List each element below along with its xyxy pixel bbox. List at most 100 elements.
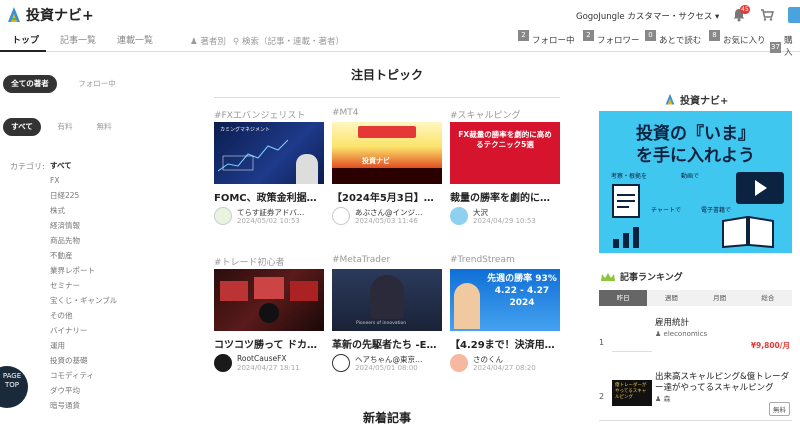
card-title[interactable]: 裁量の勝率を劇的に… [450, 189, 560, 202]
category-label: カテゴリ: [10, 162, 45, 171]
category-item[interactable]: 投資の基礎 [50, 356, 117, 371]
thumb-caption: カミングマネジメント [220, 127, 271, 133]
rank-thumbnail [612, 326, 652, 352]
avatar [332, 207, 350, 225]
account-menu[interactable]: GogoJungle カスタマー・サクセス ▾ [576, 10, 719, 22]
banner-caption: 電子書籍で [701, 207, 732, 214]
site-logo[interactable]: 投資ナビ+ [6, 5, 94, 25]
notification-badge: 45 [740, 5, 750, 14]
ranking-item[interactable]: 2 億トレーダーがやってるスキャルピング 出来高スキャルピング&億トレーダー達が… [599, 372, 792, 420]
article-card[interactable]: #TrendStream 先週の勝率 93% 4.22 - 4.27 2024 … [450, 255, 560, 372]
card-author[interactable]: 大沢 2024/04/29 10:53 [450, 207, 560, 225]
card-title[interactable]: 【4.29まで！決済用… [450, 336, 560, 349]
banner-caption: チャートで [651, 207, 681, 214]
card-tag[interactable]: #MT4 [332, 108, 442, 122]
card-title[interactable]: コツコツ勝って ドカ… [214, 336, 324, 349]
category-item[interactable]: その他 [50, 311, 117, 326]
category-item[interactable]: FX [50, 176, 117, 191]
card-tag[interactable]: #TrendStream [450, 255, 560, 269]
tab-top[interactable]: トップ [12, 33, 39, 46]
category-item[interactable]: 経済情報 [50, 221, 117, 236]
category-item[interactable]: 業界レポート [50, 266, 117, 281]
tab-series[interactable]: 連載一覧 [117, 33, 153, 46]
card-author[interactable]: ヘアちゃん@東京… 2024/05/01 08:00 [332, 354, 442, 372]
category-list: すべて FX 日経225 株式 経済情報 商品先物 不動産 業界レポート セミナ… [50, 161, 117, 416]
filter-all-authors[interactable]: 全ての著者 [3, 75, 57, 93]
category-item[interactable]: 株式 [50, 206, 117, 221]
category-item[interactable]: 暗号通貨 [50, 401, 117, 416]
card-thumbnail[interactable]: 投資ナビ [332, 122, 442, 184]
stat-purchases[interactable]: 37 購入 [770, 34, 800, 58]
rank-title[interactable]: 出来高スキャルピング&億トレーダー達がやってるスキャルピング [655, 372, 791, 394]
rank-author-name: 森 [663, 395, 671, 403]
stat-followers[interactable]: 2 フォロワー [583, 30, 640, 46]
featured-topics-title: 注目トピック [350, 68, 423, 82]
article-card[interactable]: #MT4 投資ナビ 【2024年5月3日】… あぶさん@インジ… 2024/05… [332, 108, 442, 225]
avatar [332, 354, 350, 372]
stat-label: 購入 [784, 36, 793, 58]
tab-articles[interactable]: 記事一覧 [60, 33, 96, 46]
card-thumbnail[interactable] [214, 269, 324, 331]
filter-free[interactable]: 無料 [89, 118, 119, 136]
ranking-tab-overall[interactable]: 総合 [744, 290, 792, 306]
ranking-item[interactable]: 1 雇用統計 ♟ eleconomics ¥9,800/月 [599, 316, 792, 366]
stat-count: 2 [518, 30, 529, 41]
filter-all-prices[interactable]: すべて [3, 118, 41, 136]
card-thumbnail[interactable]: FX裁量の勝率を劇的に高めるテクニック5選 [450, 122, 560, 184]
stat-read-later[interactable]: 0 あとで読む [645, 30, 701, 46]
rank-title[interactable]: 雇用統計 [655, 318, 689, 329]
card-author[interactable]: てらす証券アドバ… 2024/05/02 10:53 [214, 207, 324, 225]
filter-paid[interactable]: 有料 [50, 118, 80, 136]
card-thumbnail[interactable]: カミングマネジメント [214, 122, 324, 184]
ranking-tab-yesterday[interactable]: 昨日 [599, 290, 648, 306]
card-author[interactable]: あぶさん@インジ… 2024/05/03 11:46 [332, 207, 442, 225]
category-item[interactable]: すべて [50, 161, 117, 176]
article-card[interactable]: #トレード初心者 コツコツ勝って ドカ… RootCauseFX 2024/04… [214, 255, 324, 372]
card-author[interactable]: RootCauseFX 2024/04/27 18:11 [214, 354, 324, 372]
category-item[interactable]: コモディティ [50, 371, 117, 386]
cart-icon[interactable] [760, 8, 774, 22]
rank-number: 1 [599, 338, 605, 347]
ranking-tab-weekly[interactable]: 週間 [647, 290, 695, 306]
category-item[interactable]: ダウ平均 [50, 386, 117, 401]
header-action-button[interactable] [788, 7, 800, 23]
card-title[interactable]: 【2024年5月3日】… [332, 189, 442, 202]
chart-icon [613, 227, 639, 248]
article-card[interactable]: #FXエバンジェリスト カミングマネジメント FOMC、政策金利据… てらす証券… [214, 108, 324, 225]
category-item[interactable]: 宝くじ・ギャンブル [50, 296, 117, 311]
card-tag[interactable]: #トレード初心者 [214, 255, 324, 269]
ranking-divider [599, 420, 792, 421]
category-item[interactable]: 商品先物 [50, 236, 117, 251]
card-thumbnail[interactable]: Pioneers of innovation [332, 269, 442, 331]
page-top-button[interactable]: PAGE TOP [0, 366, 28, 408]
category-item[interactable]: 運用 [50, 341, 117, 356]
promo-banner[interactable]: 投資の『いま』 を手に入れよう 考察・根拠を 動画で チャートで 電子書籍で [599, 111, 792, 253]
author-filter-field[interactable]: ♟ 著者別 [190, 35, 226, 47]
rank-price: ¥9,800/月 [750, 341, 790, 350]
article-card[interactable]: #スキャルピング FX裁量の勝率を劇的に高めるテクニック5選 裁量の勝率を劇的に… [450, 108, 560, 225]
card-tag[interactable]: #スキャルピング [450, 108, 560, 122]
chart-graphic [218, 139, 288, 172]
rank-author: ♟ 森 [655, 394, 671, 404]
stat-count: 0 [645, 30, 656, 41]
stat-following[interactable]: 2 フォロー中 [518, 30, 575, 46]
category-item[interactable]: バイナリー [50, 326, 117, 341]
card-thumbnail[interactable]: 先週の勝率 93% 4.22 - 4.27 2024 [450, 269, 560, 331]
card-title[interactable]: 革新の先駆者たち -E… [332, 336, 442, 349]
card-title[interactable]: FOMC、政策金利据… [214, 189, 324, 202]
ranking-tab-monthly[interactable]: 月間 [696, 290, 744, 306]
ranking-title: 記事ランキング [620, 273, 683, 283]
person-icon: ♟ [655, 330, 662, 338]
rank-thumbnail: 億トレーダーがやってるスキャルピング [612, 380, 652, 406]
stat-favorites[interactable]: 8 お気に入り [709, 30, 766, 46]
category-item[interactable]: セミナー [50, 281, 117, 296]
search-field[interactable]: ⚲ 検索（記事・連載・著者） [233, 35, 344, 47]
banner-subheadline: を手に入れよう [636, 146, 755, 166]
category-item[interactable]: 日経225 [50, 191, 117, 206]
filter-following[interactable]: フォロー中 [70, 75, 124, 93]
card-author[interactable]: さのくん 2024/04/27 08:20 [450, 354, 560, 372]
category-item[interactable]: 不動産 [50, 251, 117, 266]
card-tag[interactable]: #MetaTrader [332, 255, 442, 269]
card-tag[interactable]: #FXエバンジェリスト [214, 108, 324, 122]
article-card[interactable]: #MetaTrader Pioneers of innovation 革新の先駆… [332, 255, 442, 372]
